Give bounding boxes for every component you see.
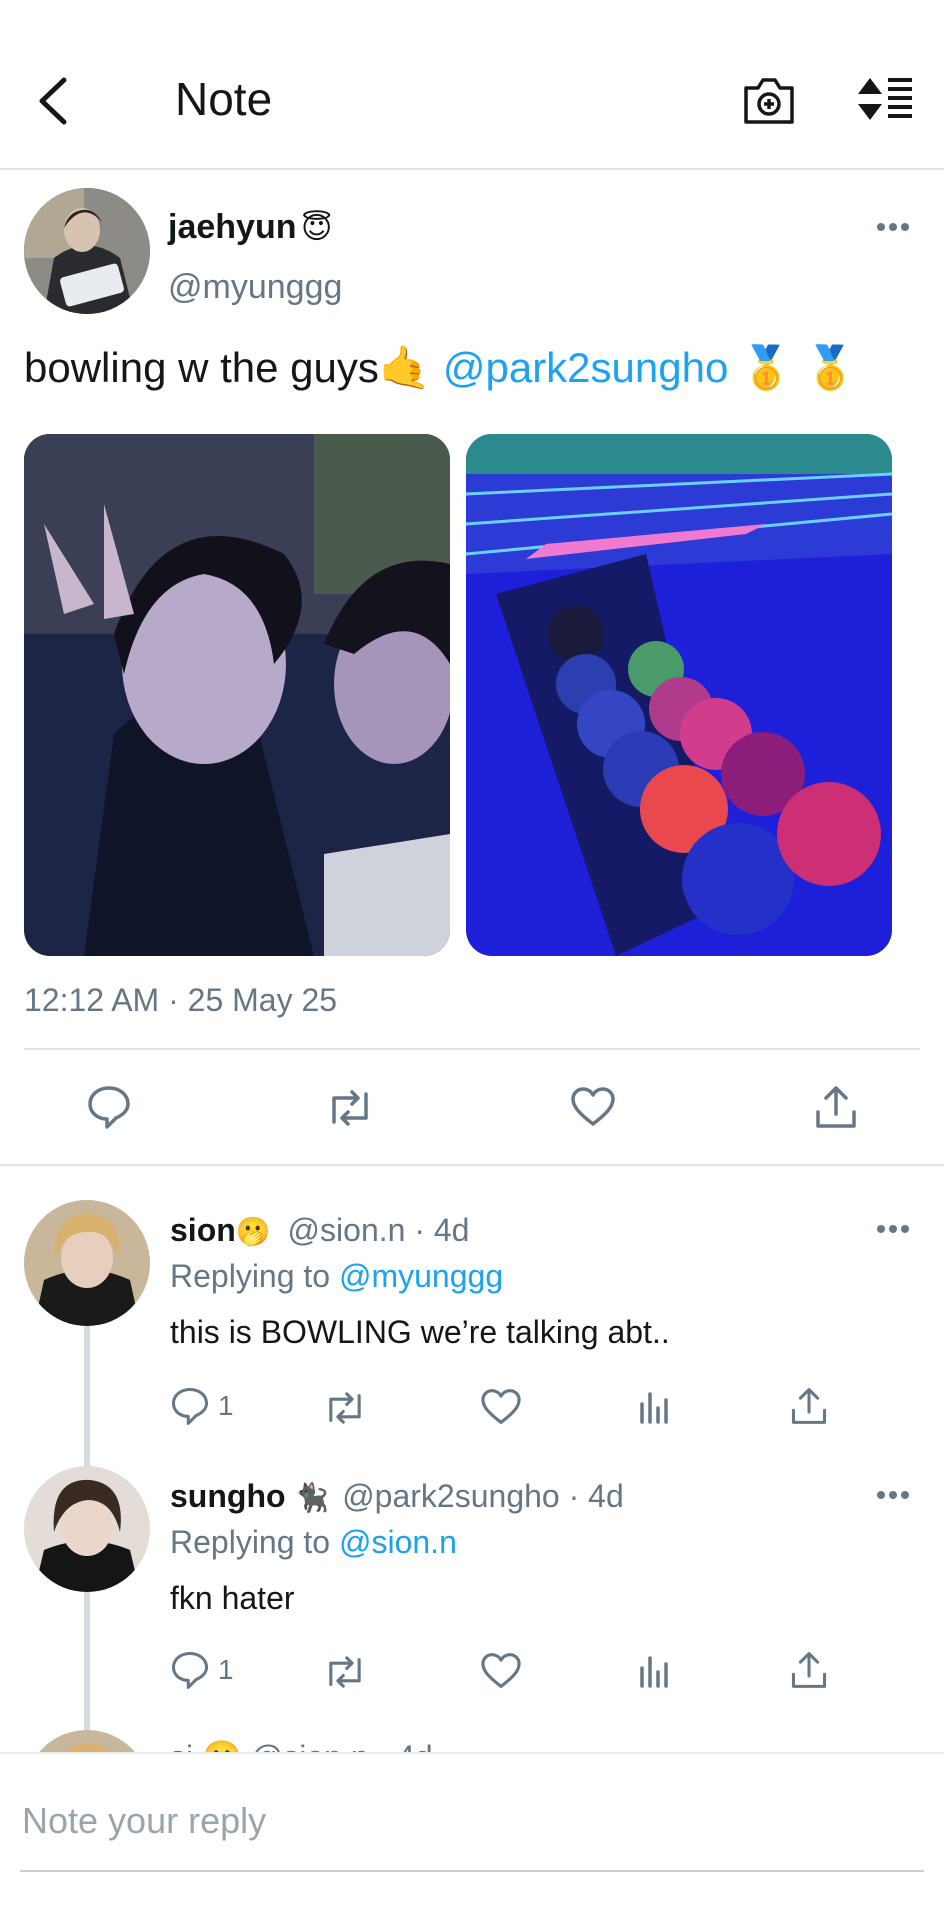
analytics-icon[interactable]: [638, 1652, 672, 1688]
back-arrow-icon[interactable]: [34, 76, 74, 126]
reply-icon[interactable]: [170, 1386, 210, 1426]
camera-add-icon[interactable]: [742, 74, 796, 126]
avatar-sungho[interactable]: [24, 1466, 150, 1592]
share-icon[interactable]: [790, 1386, 828, 1426]
display-name[interactable]: jaehyun: [168, 208, 296, 246]
like-icon[interactable]: [480, 1388, 522, 1426]
share-icon[interactable]: [790, 1650, 828, 1690]
reply-count: 1: [218, 1390, 234, 1421]
retweet-icon[interactable]: [322, 1390, 368, 1426]
more-options-icon[interactable]: [876, 222, 910, 232]
reply-handle-time: @sion.n · 4d: [287, 1212, 470, 1248]
tweet-text: bowling w the guys🤙 @park2sungho 🥇 🥇: [24, 344, 856, 393]
like-icon[interactable]: [570, 1086, 616, 1128]
reply-header: sion🫢 @sion.n · 4d: [170, 1212, 469, 1249]
retweet-icon[interactable]: [324, 1088, 376, 1128]
name-emoji: 🐈‍⬛: [294, 1482, 330, 1513]
tweet-author-name: jaehyun 😇: [168, 208, 332, 247]
analytics-icon[interactable]: [638, 1388, 672, 1424]
tweet-trailing-emoji: 🥇 🥇: [728, 344, 857, 391]
like-icon[interactable]: [480, 1652, 522, 1690]
reply-text: fkn hater: [170, 1580, 295, 1616]
input-underline: [20, 1870, 924, 1872]
name-emoji: 😇: [300, 212, 333, 245]
reply-input[interactable]: [20, 1784, 924, 1858]
name-emoji: 🫢: [235, 1216, 271, 1247]
avatar-jaehyun[interactable]: [24, 188, 150, 314]
share-icon[interactable]: [814, 1084, 858, 1130]
photo-selfie[interactable]: [24, 434, 450, 956]
retweet-icon[interactable]: [322, 1654, 368, 1690]
reply-header: sungho 🐈‍⬛ @park2sungho · 4d: [170, 1478, 624, 1515]
sort-order-icon[interactable]: [856, 76, 916, 122]
display-name[interactable]: sungho: [170, 1478, 286, 1514]
more-options-icon[interactable]: [876, 1490, 910, 1500]
tweet-body: bowling w the guys🤙: [24, 344, 443, 391]
top-bar: Note: [0, 0, 944, 170]
replying-to: Replying to @sion.n: [170, 1524, 457, 1561]
more-options-icon[interactable]: [876, 1224, 910, 1234]
photo-bowling[interactable]: [466, 434, 892, 956]
reply-icon[interactable]: [170, 1650, 210, 1690]
reply-text: this is BOWLING we’re talking abt..: [170, 1314, 670, 1350]
reply-icon[interactable]: [86, 1084, 132, 1130]
tweet-timestamp: 12:12 AM · 25 May 25: [24, 982, 338, 1018]
tweet-author-handle[interactable]: @myunggg: [168, 268, 342, 307]
display-name[interactable]: sion: [170, 1212, 236, 1248]
page-title: Note: [175, 73, 273, 125]
mention-link[interactable]: @park2sungho: [443, 344, 729, 391]
replying-to-handle[interactable]: @myunggg: [339, 1258, 503, 1294]
replying-to-label: Replying to: [170, 1524, 331, 1560]
divider: [0, 1164, 944, 1166]
replying-to-label: Replying to: [170, 1258, 331, 1294]
replying-to-handle[interactable]: @sion.n: [339, 1524, 457, 1560]
reply-handle-time: @park2sungho · 4d: [342, 1478, 624, 1514]
reply-composer: [0, 1752, 944, 1922]
avatar-sion[interactable]: [24, 1200, 150, 1326]
reply-count: 1: [218, 1654, 234, 1685]
divider: [24, 1048, 920, 1050]
replying-to: Replying to @myunggg: [170, 1258, 503, 1295]
